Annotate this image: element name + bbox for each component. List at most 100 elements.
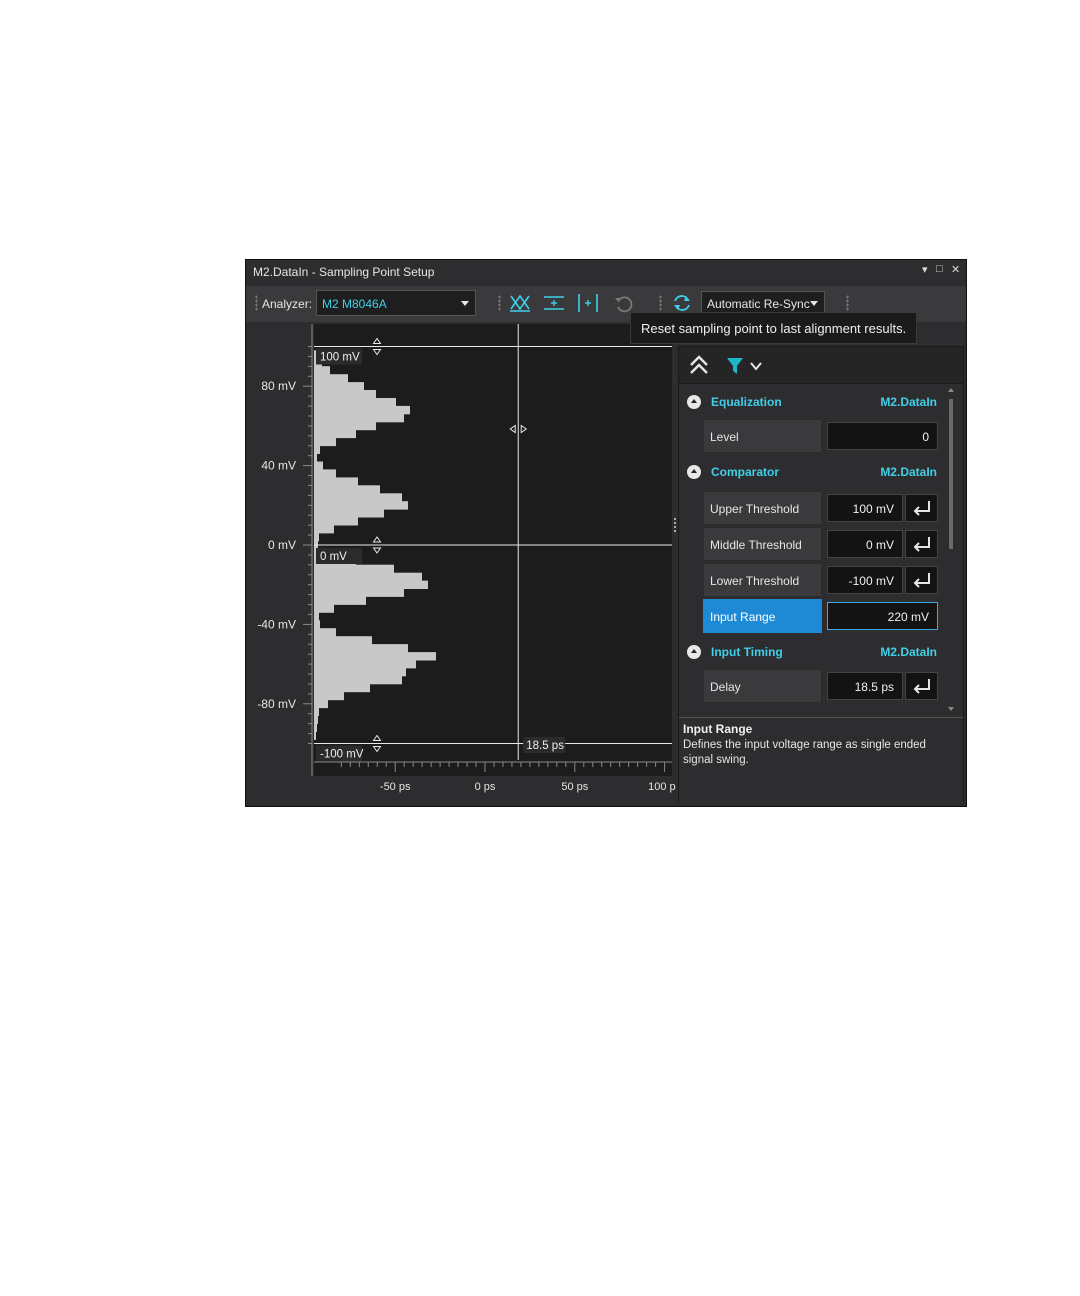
histogram-bar (314, 572, 422, 582)
y-tick-label: -40 mV (257, 617, 296, 631)
property-row-delay[interactable]: Delay 18.5 ps (703, 669, 939, 703)
property-row-lower-threshold[interactable]: Lower Threshold -100 mV (703, 563, 939, 597)
splitter-grip-dot[interactable] (674, 530, 676, 532)
histogram-bar (314, 382, 364, 391)
window-title: M2.DataIn - Sampling Point Setup (253, 265, 435, 279)
window-title-bar: M2.DataIn - Sampling Point Setup ▾ □ ✕ (246, 260, 966, 284)
section-device: M2.DataIn (880, 395, 937, 409)
property-description: Input Range Defines the input voltage ra… (679, 717, 963, 802)
histogram-bar (314, 596, 366, 605)
histogram-bar (314, 612, 319, 621)
histogram-bar (314, 588, 404, 597)
histogram-bar (314, 628, 336, 637)
refresh-icon[interactable] (670, 292, 694, 314)
collapse-icon[interactable] (687, 645, 701, 659)
histogram-bar (314, 509, 384, 518)
histogram-bar (314, 660, 416, 669)
panel-scrollbar[interactable] (947, 387, 955, 713)
properties-panel: Equalization M2.DataIn Level 0 Comparato… (678, 346, 964, 802)
section-name: Comparator (711, 465, 780, 479)
collapse-icon[interactable] (687, 465, 701, 479)
filter-icon[interactable] (725, 355, 767, 377)
section-device: M2.DataIn (880, 465, 937, 479)
level-input[interactable]: 0 (827, 422, 938, 450)
chevron-down-icon (810, 301, 818, 306)
enter-button[interactable] (905, 672, 938, 700)
section-comparator[interactable]: Comparator M2.DataIn (681, 455, 945, 489)
sampling-point-setup-window: M2.DataIn - Sampling Point Setup ▾ □ ✕ A… (245, 259, 967, 807)
enter-icon (913, 573, 930, 588)
histogram-bar (314, 699, 328, 709)
tooltip: Reset sampling point to last alignment r… (630, 312, 917, 344)
histogram-bar (314, 525, 334, 534)
enter-icon (913, 679, 930, 694)
toolbar-grip-handle[interactable] (659, 295, 662, 311)
histogram-bar (314, 421, 376, 431)
enter-button[interactable] (905, 530, 938, 558)
description-title: Input Range (683, 722, 753, 736)
undo-reset-icon[interactable] (612, 292, 636, 314)
close-button[interactable]: ✕ (951, 263, 960, 276)
histogram-bar (314, 707, 319, 716)
resync-mode-value: Automatic Re-Sync (707, 297, 810, 311)
input-range-input[interactable]: 220 mV (827, 602, 938, 630)
middle-threshold-input[interactable]: 0 mV (827, 530, 903, 558)
histogram-bar (314, 620, 320, 629)
section-name: Input Timing (711, 645, 783, 659)
histogram-bar (314, 469, 336, 478)
splitter-grip-dot[interactable] (674, 522, 676, 524)
threshold-label: 100 mV (320, 352, 360, 364)
align-delay-icon[interactable] (576, 292, 600, 314)
toolbar-grip-handle[interactable] (255, 295, 258, 311)
align-threshold-icon[interactable] (542, 292, 566, 314)
histogram-bar (314, 493, 402, 502)
description-text: Defines the input voltage range as singl… (683, 739, 926, 766)
histogram-bar (314, 604, 334, 613)
toolbar-grip-handle[interactable] (846, 295, 849, 311)
histogram-bar (314, 652, 436, 661)
histogram-bar (314, 580, 428, 589)
property-row-middle-threshold[interactable]: Middle Threshold 0 mV (703, 527, 939, 561)
histogram-bar (314, 667, 406, 677)
x-tick-label: 100 ps (648, 781, 676, 793)
upper-threshold-input[interactable]: 100 mV (827, 494, 903, 522)
tooltip-text: Reset sampling point to last alignment r… (641, 321, 907, 336)
analyzer-select[interactable]: M2 M8046A (316, 290, 476, 316)
y-tick-label: -80 mV (257, 697, 296, 711)
enter-button[interactable] (905, 494, 938, 522)
splitter-grip-dot[interactable] (674, 526, 676, 528)
property-row-level[interactable]: Level 0 (703, 419, 939, 453)
histogram-bar (314, 405, 410, 415)
eye-histogram-chart[interactable]: 80 mV 40 mV 0 mV -40 mV -80 mV -50 ps 0 ps 50 … (246, 322, 676, 806)
lower-threshold-input[interactable]: -100 mV (827, 566, 903, 594)
enter-button[interactable] (905, 566, 938, 594)
eye-center-icon[interactable] (508, 292, 532, 314)
histogram-bar (314, 429, 356, 439)
section-equalization[interactable]: Equalization M2.DataIn (681, 385, 945, 419)
property-label: Delay (703, 669, 822, 703)
histogram-bar (314, 644, 408, 653)
property-label: Lower Threshold (703, 563, 822, 597)
property-row-input-range[interactable]: Input Range 220 mV (703, 599, 939, 633)
collapse-all-icon[interactable] (687, 353, 711, 377)
x-tick-label: 50 ps (561, 781, 588, 793)
section-name: Equalization (711, 395, 782, 409)
maximize-button[interactable]: □ (936, 263, 943, 275)
histogram-bar (314, 477, 358, 486)
histogram-bar (314, 485, 380, 494)
splitter-grip-dot[interactable] (674, 518, 676, 520)
y-tick-label: 40 mV (261, 459, 296, 473)
delay-input[interactable]: 18.5 ps (827, 672, 903, 700)
histogram-bar (314, 691, 344, 701)
histogram-bar (314, 461, 323, 470)
histogram-bar (314, 517, 358, 526)
window-menu-button[interactable]: ▾ (922, 263, 928, 276)
toolbar-grip-handle[interactable] (498, 295, 501, 311)
section-input-timing[interactable]: Input Timing M2.DataIn (681, 635, 945, 669)
collapse-icon[interactable] (687, 395, 701, 409)
properties-toolbar (679, 347, 963, 384)
y-tick-label: 80 mV (261, 379, 296, 393)
property-label: Input Range (703, 599, 822, 633)
histogram-bar (314, 413, 404, 423)
property-row-upper-threshold[interactable]: Upper Threshold 100 mV (703, 491, 939, 525)
